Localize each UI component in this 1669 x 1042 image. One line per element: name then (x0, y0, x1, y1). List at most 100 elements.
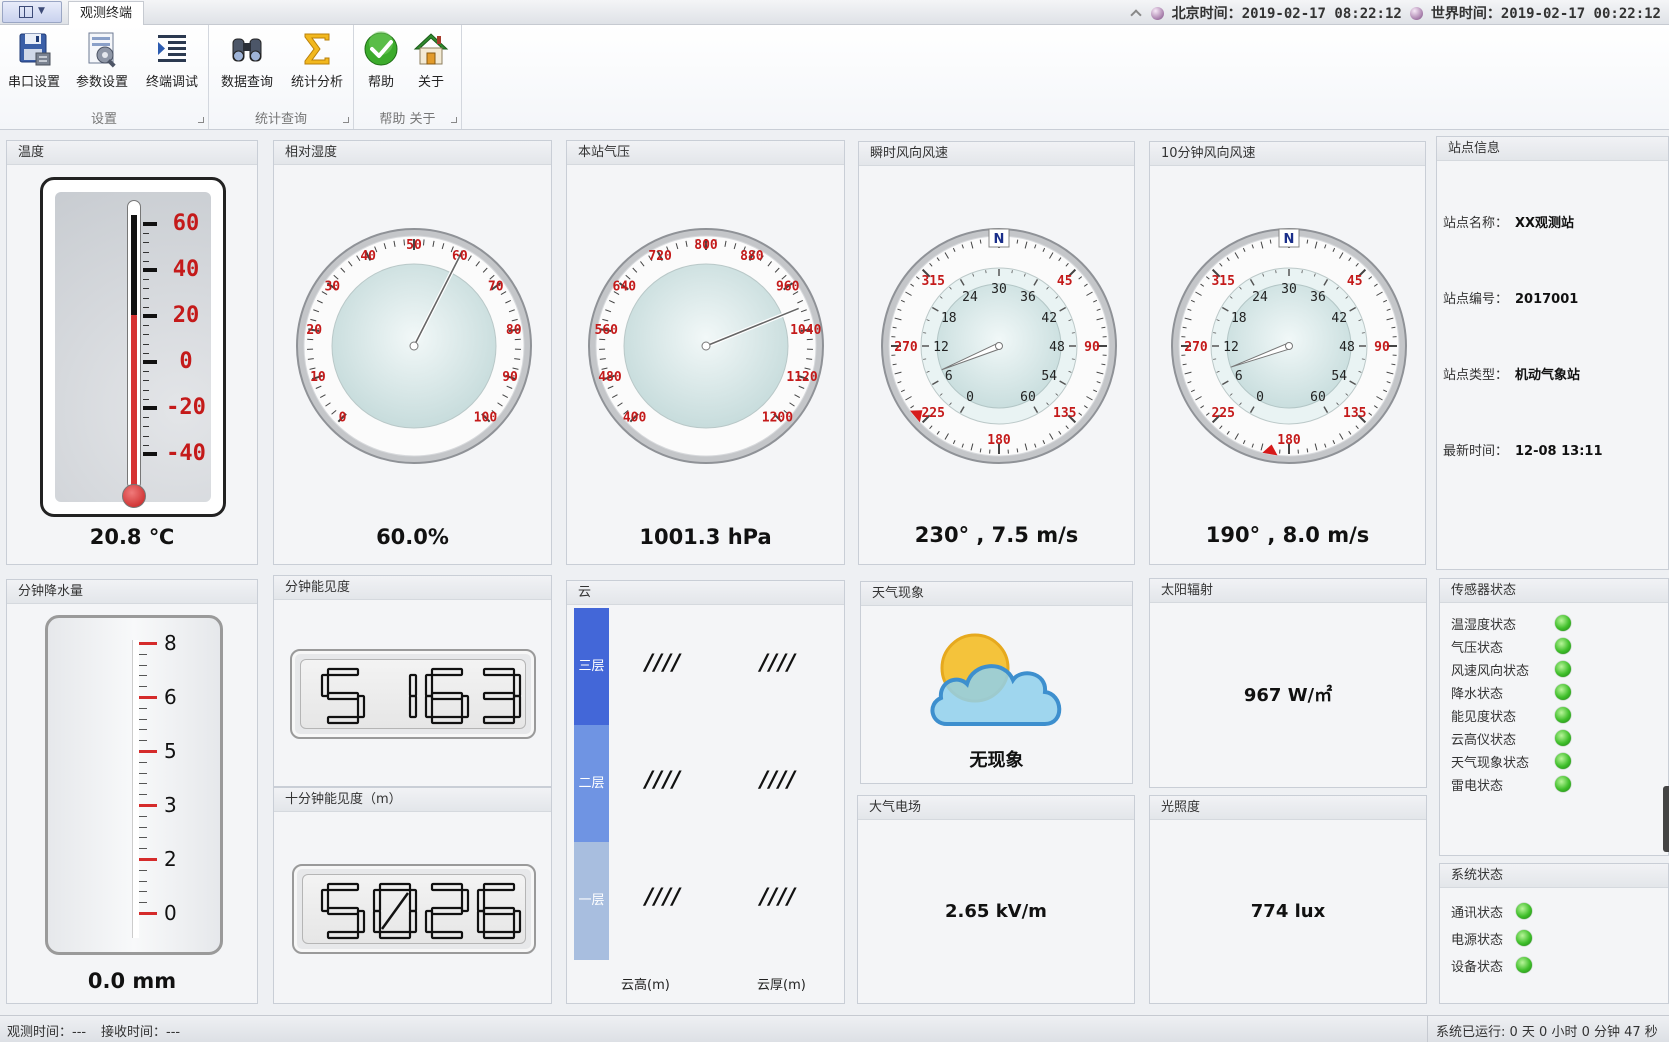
cloud-title: 云 (567, 581, 844, 605)
system-uptime: 系统已运行: 0 天 0 小时 0 分钟 47 秒 (1436, 1025, 1658, 1040)
electric-field-value: 2.65 kV/m (945, 901, 1047, 922)
humidity-gauge-tick-label: 90 (502, 370, 518, 385)
humidity-title: 相对湿度 (274, 141, 551, 165)
thermometer-scale-label: 0 (179, 349, 193, 374)
wind-instant-panel: 瞬时风向风速 45 90 135 180 225 270 315 N 0 6 12 18 24 30 36 4… (858, 141, 1135, 565)
statistics-analysis-button[interactable]: 统计分析 (285, 27, 349, 107)
visibility-1min-panel: 分钟能见度 5163 (273, 575, 552, 787)
wind-10min-north-label: N (1284, 232, 1295, 247)
sensor-status-title: 传感器状态 (1440, 579, 1668, 603)
rain-minor-tick (139, 686, 147, 688)
humidity-gauge-tick-label: 30 (324, 280, 340, 295)
visibility-10min-segment (460, 888, 470, 913)
visibility-1min-digit (482, 667, 522, 725)
ribbon-group-settings: 串口设置 参数设置 终端调试 设置 (0, 25, 209, 129)
wind-10min-minor-tick (1182, 326, 1187, 329)
visibility-10min-segment (430, 906, 464, 916)
thermometer-scale: 60 40 20 0 -20 -40 (43, 180, 229, 520)
wind-10min-compass: 45 90 135 180 225 270 315 N 06 12 18 24 30 36 42 48 54 60 (1171, 228, 1407, 464)
rain-major-tick (139, 858, 157, 861)
humidity-gauge-tick-label: 70 (488, 280, 504, 295)
pressure-gauge-tick-label: 400 (623, 410, 647, 425)
rain-major-tick (139, 696, 157, 699)
sensor-status-ok-indicator-icon (1555, 776, 1571, 792)
humidity-gauge-minor-tick (423, 239, 425, 246)
humidity-gauge-minor-tick (403, 239, 405, 246)
thermometer-minor-tick (143, 325, 149, 327)
sensor-status-label: 降水状态 (1451, 687, 1504, 702)
thermometer-major-tick (143, 314, 157, 318)
thermometer-minor-tick (143, 435, 149, 437)
wind-10min-title: 10分钟风向风速 (1150, 142, 1425, 166)
rain-minor-tick (139, 815, 147, 817)
application-menu-button[interactable]: ▼ (2, 1, 62, 23)
humidity-panel: 相对湿度 0 10 20 30 40 50 60 70 80 90 100 60.0% (273, 140, 552, 565)
wind-10min-speed-label: 54 (1331, 369, 1347, 384)
pressure-gauge-tick-label: 1120 (786, 370, 817, 385)
visibility-1min-segment (424, 673, 434, 698)
latest-time-row: 最新时间： 12-08 13:11 (1443, 444, 1603, 459)
thermometer-minor-tick (143, 288, 149, 290)
system-status-ok-indicator-icon (1516, 903, 1532, 919)
visibility-10min-segment (378, 930, 412, 940)
visibility-10min-segment (424, 909, 434, 934)
visibility-1min-digits (320, 667, 522, 725)
rain-minor-tick (139, 664, 147, 666)
terminal-debug-button[interactable]: 终端调试 (140, 27, 204, 107)
visibility-10min-segment (378, 882, 412, 892)
thermometer-scale-label: -20 (166, 395, 206, 420)
rain-scale-label: 2 (164, 847, 177, 871)
about-button[interactable]: 关于 (406, 27, 456, 107)
sensor-status-label: 能见度状态 (1451, 710, 1517, 725)
tab-observation-terminal[interactable]: 观测终端 (68, 1, 144, 26)
humidity-gauge-tick-label: 40 (360, 249, 376, 264)
pressure-gauge-tick-label: 640 (613, 280, 637, 295)
dialog-launcher-icon[interactable] (198, 117, 204, 123)
thermometer-minor-tick (143, 260, 149, 262)
wind-10min-direction-label: 135 (1343, 406, 1366, 421)
beijing-time-icon (1150, 6, 1164, 20)
wind-10min-direction-label: 270 (1184, 340, 1208, 355)
visibility-1min-segment (326, 667, 360, 677)
parameter-settings-button[interactable]: 参数设置 (70, 27, 134, 107)
collapse-ribbon-icon[interactable] (1129, 6, 1143, 20)
dialog-launcher-icon[interactable] (451, 117, 457, 123)
visibility-10min-digit (476, 882, 522, 940)
wind-instant-speed-label: 42 (1041, 311, 1057, 326)
thermometer-major-tick (143, 452, 157, 456)
thermometer-frame: 60 40 20 0 -20 -40 (40, 177, 226, 517)
rain-minor-tick (139, 848, 147, 850)
thermometer-minor-tick (143, 444, 149, 446)
thermometer-minor-tick (143, 233, 149, 235)
data-query-button[interactable]: 数据查询 (215, 27, 279, 107)
rain-title: 分钟降水量 (7, 580, 257, 604)
system-status-label: 设备状态 (1451, 960, 1504, 975)
terminal-debug-label: 终端调试 (145, 75, 198, 90)
system-status-ok-indicator-icon (1516, 930, 1532, 946)
help-button[interactable]: 帮助 (356, 27, 406, 107)
home-icon (411, 29, 451, 69)
dialog-launcher-icon[interactable] (343, 117, 349, 123)
sensor-status-label: 天气现象状态 (1451, 756, 1530, 771)
sensor-status-ok-indicator-icon (1555, 684, 1571, 700)
wind-instant-speed-label: 36 (1020, 290, 1036, 305)
rain-minor-tick (139, 653, 147, 655)
side-scroll-handle[interactable] (1663, 786, 1669, 852)
thermometer-scale-label: 20 (172, 303, 200, 328)
cloud-layer-1: 一层 (574, 842, 609, 960)
visibility-10min-segment (430, 930, 464, 940)
wind-instant-speed-tick (985, 270, 987, 274)
wind-instant-minor-tick (892, 363, 897, 366)
weather-panel: 天气现象 无现象 (860, 581, 1133, 784)
visibility-10min-slash (380, 892, 410, 930)
wind-instant-direction-label: 180 (987, 433, 1011, 448)
station-name: XX观测站 (1515, 216, 1575, 231)
wind-10min-minor-tick (1391, 326, 1396, 329)
visibility-10min-segment (512, 909, 522, 934)
visibility-10min-segment (408, 909, 418, 934)
check-circle-icon (361, 29, 401, 69)
serial-settings-button[interactable]: 串口设置 (4, 27, 64, 107)
rain-minor-tick (139, 891, 147, 893)
thermometer-minor-tick (143, 417, 149, 419)
wind-instant-speed-tick (1071, 332, 1075, 334)
